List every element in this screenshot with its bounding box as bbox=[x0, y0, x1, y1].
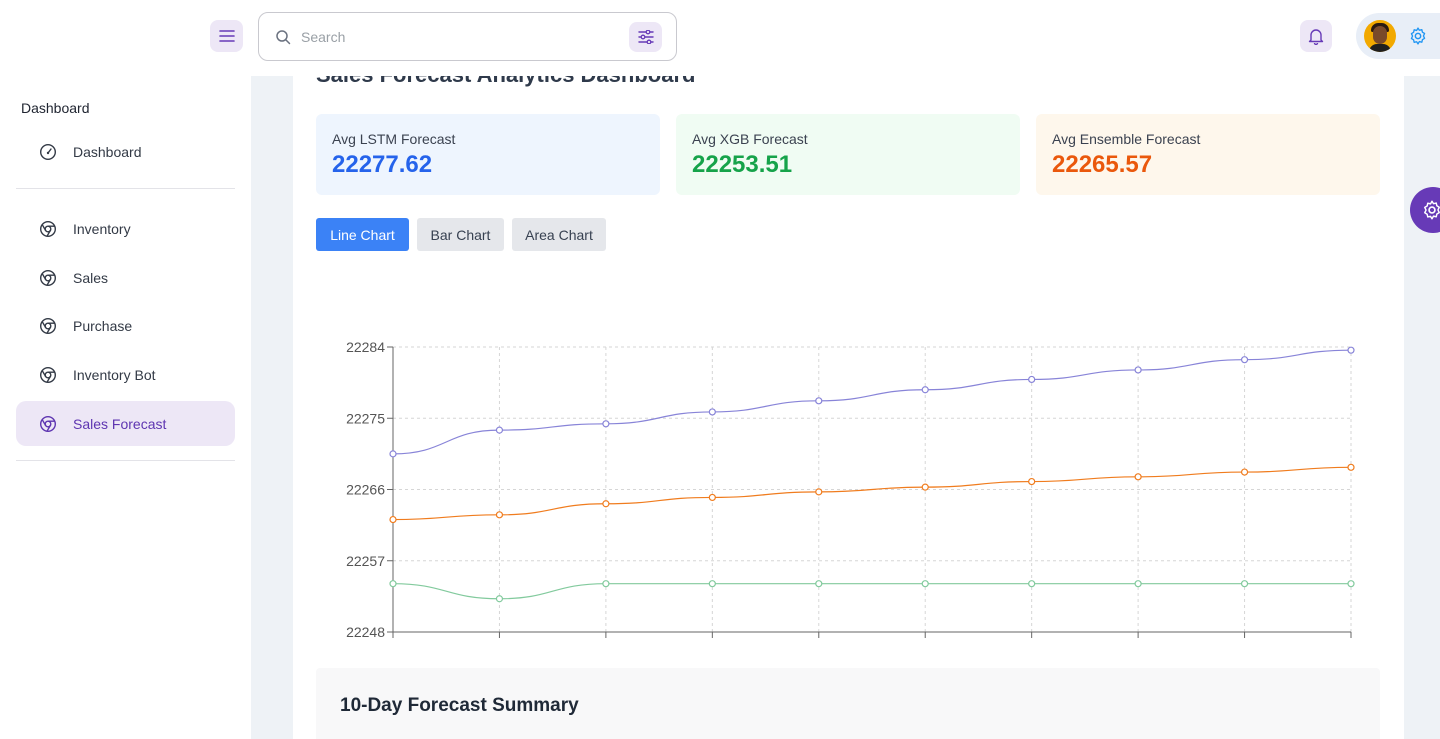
search-input[interactable] bbox=[301, 26, 621, 48]
sidebar-item-dashboard[interactable]: Dashboard bbox=[16, 129, 235, 174]
data-point bbox=[1240, 468, 1249, 476]
profile-menu[interactable] bbox=[1356, 13, 1440, 59]
forecast-summary-panel: 10-Day Forecast Summary bbox=[316, 668, 1380, 739]
search-filter-button[interactable] bbox=[629, 22, 662, 52]
stat-card-ensemble: Avg Ensemble Forecast 22265.57 bbox=[1036, 114, 1380, 195]
stat-value: 22277.62 bbox=[332, 151, 433, 178]
data-point bbox=[1134, 473, 1142, 481]
data-point bbox=[1134, 580, 1142, 588]
data-point bbox=[389, 580, 397, 588]
data-point bbox=[815, 397, 823, 405]
notifications-button[interactable] bbox=[1300, 20, 1332, 52]
sidebar-item-label: Sales Forecast bbox=[73, 415, 167, 432]
series-line bbox=[392, 466, 1352, 521]
page-title: Sales Forecast Analytics Dashboard bbox=[316, 76, 695, 88]
data-point bbox=[815, 488, 823, 496]
sidebar-item-sales[interactable]: Sales bbox=[16, 255, 235, 300]
top-header bbox=[0, 0, 1440, 76]
data-point bbox=[1028, 580, 1036, 588]
gear-icon bbox=[1424, 200, 1440, 220]
data-point bbox=[1028, 375, 1036, 384]
sidebar-item-label: Sales bbox=[73, 269, 109, 286]
sidebar-item-sales-forecast[interactable]: Sales Forecast bbox=[16, 401, 235, 446]
data-point bbox=[708, 408, 716, 416]
sidebar-divider bbox=[16, 188, 235, 189]
tab-bar-chart[interactable]: Bar Chart bbox=[417, 218, 504, 251]
data-point bbox=[1347, 463, 1355, 471]
stat-card-xgb: Avg XGB Forecast 22253.51 bbox=[676, 114, 1020, 195]
sidebar-item-label: Inventory Bot bbox=[73, 366, 156, 383]
data-point bbox=[602, 500, 610, 508]
search-icon bbox=[276, 30, 291, 45]
data-point bbox=[815, 580, 823, 588]
data-point bbox=[1240, 580, 1249, 588]
data-point bbox=[921, 386, 929, 394]
sidebar: Dashboard Dashboard Inventory Sales Purc… bbox=[0, 76, 251, 739]
stat-label: Avg LSTM Forecast bbox=[332, 131, 456, 147]
data-point bbox=[389, 450, 397, 458]
tab-area-chart[interactable]: Area Chart bbox=[512, 218, 606, 251]
data-point bbox=[495, 426, 504, 434]
avatar bbox=[1364, 20, 1396, 52]
y-tick-label: 22248 bbox=[346, 624, 385, 640]
menu-icon bbox=[218, 30, 235, 42]
search-box bbox=[258, 12, 677, 61]
y-tick-label: 22257 bbox=[346, 553, 385, 569]
sidebar-item-label: Purchase bbox=[73, 317, 133, 334]
sidebar-item-purchase[interactable]: Purchase bbox=[16, 303, 235, 348]
tab-line-chart[interactable]: Line Chart bbox=[316, 218, 409, 251]
data-point bbox=[495, 595, 504, 603]
data-point bbox=[708, 580, 716, 588]
data-point bbox=[1347, 346, 1355, 354]
data-point bbox=[1347, 580, 1355, 588]
series-line bbox=[392, 349, 1352, 455]
stat-label: Avg XGB Forecast bbox=[692, 131, 808, 147]
sidebar-item-inventory-bot[interactable]: Inventory Bot bbox=[16, 352, 235, 397]
sidebar-divider bbox=[16, 460, 235, 461]
chrome-icon bbox=[39, 317, 57, 335]
data-point bbox=[1240, 356, 1249, 364]
dashboard-card: Sales Forecast Analytics Dashboard Avg L… bbox=[293, 76, 1404, 739]
stat-value: 22253.51 bbox=[692, 151, 793, 178]
data-point bbox=[1134, 366, 1142, 374]
gear-icon bbox=[1410, 27, 1426, 45]
sidebar-item-inventory[interactable]: Inventory bbox=[16, 206, 235, 251]
menu-toggle-button[interactable] bbox=[210, 20, 243, 52]
data-point bbox=[921, 483, 929, 491]
data-point bbox=[1028, 477, 1036, 486]
dashboard-gauge-icon bbox=[39, 143, 57, 161]
y-tick-label: 22284 bbox=[346, 339, 385, 355]
series-line bbox=[392, 583, 1351, 600]
sidebar-item-label: Dashboard bbox=[73, 143, 142, 160]
y-tick-label: 22275 bbox=[346, 410, 385, 426]
data-point bbox=[389, 515, 397, 524]
data-point bbox=[602, 580, 610, 588]
data-point bbox=[921, 580, 929, 588]
forecast-line-chart: 222482225722266222752228425-10-202426-10… bbox=[344, 339, 1360, 642]
summary-title: 10-Day Forecast Summary bbox=[340, 695, 579, 716]
stat-value: 22265.57 bbox=[1052, 151, 1153, 178]
data-point bbox=[708, 493, 716, 502]
stat-label: Avg Ensemble Forecast bbox=[1052, 131, 1201, 147]
chrome-icon bbox=[39, 269, 57, 287]
chrome-icon bbox=[39, 415, 57, 433]
sidebar-item-label: Inventory bbox=[73, 220, 131, 237]
data-point bbox=[495, 511, 504, 519]
chrome-icon bbox=[39, 220, 57, 238]
sliders-icon bbox=[637, 30, 654, 44]
data-point bbox=[602, 420, 610, 428]
sidebar-heading: Dashboard bbox=[21, 100, 90, 116]
y-tick-label: 22266 bbox=[346, 482, 385, 498]
bell-icon bbox=[1308, 28, 1324, 45]
stat-card-lstm: Avg LSTM Forecast 22277.62 bbox=[316, 114, 660, 195]
chrome-icon bbox=[39, 366, 57, 384]
